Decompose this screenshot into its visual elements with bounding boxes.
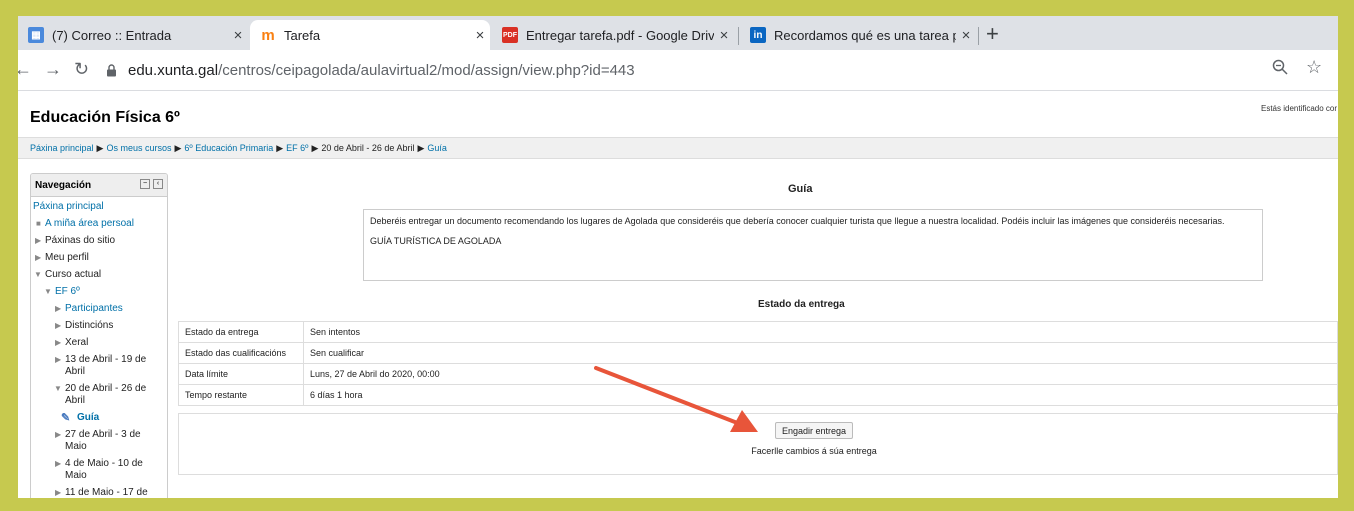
add-submission-button[interactable]: Engadir entrega (775, 422, 853, 439)
intro-subtitle: GUÍA TURÍSTICA DE AGOLADA (370, 236, 502, 246)
assignment-title: Guía (788, 183, 813, 195)
status-label: Estado da entrega (178, 321, 304, 343)
forward-icon[interactable]: → (44, 59, 62, 80)
breadcrumb-section: 20 de Abril - 26 de Abril (321, 143, 415, 153)
reload-icon[interactable]: ↻ (74, 59, 89, 80)
breadcrumb-course[interactable]: EF 6º (286, 143, 308, 153)
breadcrumb-sep: ▶ (311, 142, 319, 153)
tab-linkedin[interactable]: in Recordamos qué es una tarea pr × (740, 20, 976, 50)
tab-separator (978, 27, 979, 45)
assignment-icon: ✎ (61, 412, 71, 424)
nav-item-home[interactable]: Páxina principal (31, 201, 167, 213)
back-icon[interactable]: ← (18, 59, 32, 80)
nav-item-guia[interactable]: ✎ Guía (31, 412, 167, 424)
nav-item-badges[interactable]: ▶ Distincións (31, 320, 167, 332)
status-value: 6 días 1 hora (303, 384, 1338, 406)
tab-correo[interactable]: ▦ (7) Correo :: Entrada × (18, 20, 248, 50)
collapse-arrow-icon: ▼ (44, 287, 52, 296)
zoom-icon[interactable] (1272, 59, 1288, 80)
expand-arrow-icon: ▶ (55, 321, 62, 330)
close-icon[interactable]: × (228, 27, 248, 44)
tab-label: Entregar tarefa.pdf - Google Driv (526, 27, 714, 43)
nav-item-course[interactable]: ▼ EF 6º (31, 286, 167, 298)
nav-item-site-pages[interactable]: ▶ Páxinas do sitio (31, 235, 167, 247)
tab-pdf[interactable]: PDF Entregar tarefa.pdf - Google Driv × (492, 20, 734, 50)
breadcrumb-sep: ▶ (174, 142, 182, 153)
expand-arrow-icon: ▶ (55, 304, 62, 313)
nav-item-week-20[interactable]: ▼ 20 de Abril - 26 de Abril (31, 383, 165, 407)
annotation-arrow (594, 366, 758, 432)
address-bar[interactable]: edu.xunta.gal/centros/ceipagolada/aulavi… (104, 55, 1304, 85)
expand-arrow-icon: ▶ (35, 253, 42, 262)
nav-item-current-course[interactable]: ▼ Curso actual (31, 269, 167, 281)
table-row: Estado da entrega Sen intentos (178, 321, 1338, 343)
status-value: Sen cualificar (303, 342, 1338, 364)
close-icon[interactable]: × (956, 27, 976, 44)
nav-item-my-area[interactable]: ■ A miña área persoal (31, 218, 167, 230)
bookmark-star-icon[interactable]: ☆ (1306, 57, 1322, 78)
tab-strip: ▦ (7) Correo :: Entrada × m Tarefa × PDF… (18, 16, 1338, 50)
breadcrumb: Páxina principal ▶ Os meus cursos ▶ 6º E… (18, 137, 1338, 159)
collapse-arrow-icon: ▼ (54, 384, 62, 393)
table-row: Estado das cualificacións Sen cualificar (178, 342, 1338, 364)
lock-icon (104, 62, 118, 78)
tab-label: Tarefa (284, 27, 321, 43)
navigation-block: Navegación − ‹ Páxina principal ■ A miña … (30, 173, 168, 498)
expand-arrow-icon: ▶ (35, 236, 42, 245)
collapse-arrow-icon: ▼ (34, 270, 42, 279)
logged-in-info: Estás identificado cor (1261, 104, 1338, 113)
tab-label: Recordamos qué es una tarea pr (774, 27, 956, 43)
new-tab-button[interactable]: + (986, 21, 999, 47)
expand-arrow-icon: ▶ (55, 459, 62, 468)
course-title: Educación Física 6º (30, 109, 180, 126)
pdf-icon: PDF (502, 27, 518, 43)
nav-item-week-4[interactable]: ▶ 4 de Maio - 10 de Maio (31, 458, 165, 482)
nav-item-participants[interactable]: ▶ Participantes (31, 303, 167, 315)
nav-item-week-11[interactable]: ▶11 de Maio - 17 de Maio (31, 487, 165, 498)
nav-item-general[interactable]: ▶ Xeral (31, 337, 167, 349)
nav-item-week-27[interactable]: ▶ 27 de Abril - 3 de Maio (31, 429, 165, 453)
dock-icon[interactable]: ‹ (153, 179, 163, 189)
navigation-block-header: Navegación − ‹ (31, 174, 167, 197)
browser-toolbar: ← → ↻ edu.xunta.gal/centros/ceipagolada/… (18, 50, 1338, 91)
expand-arrow-icon: ▶ (55, 488, 62, 497)
breadcrumb-sep: ▶ (276, 142, 284, 153)
calendar-icon: ▦ (28, 27, 44, 43)
expand-arrow-icon: ▶ (55, 355, 62, 364)
linkedin-icon: in (750, 27, 766, 43)
submission-hint: Facerlle cambios á súa entrega (751, 446, 877, 456)
tab-label: (7) Correo :: Entrada (52, 27, 172, 43)
status-value: Sen intentos (303, 321, 1338, 343)
assignment-intro: Deberéis entregar un documento recomenda… (363, 209, 1263, 281)
submission-status-title: Estado da entrega (758, 299, 845, 310)
close-icon[interactable]: × (714, 27, 734, 44)
url-host: edu.xunta.gal (128, 61, 219, 79)
page-header: Educación Física 6º Estás identificado c… (18, 91, 1338, 137)
main-region: Guía Deberéis entregar un documento reco… (178, 173, 1338, 498)
breadcrumb-sep: ▶ (417, 142, 425, 153)
status-label: Tempo restante (178, 384, 304, 406)
status-label: Estado das cualificacións (178, 342, 304, 364)
tab-separator (738, 27, 739, 45)
close-icon[interactable]: × (470, 27, 490, 44)
breadcrumb-sep: ▶ (96, 142, 104, 153)
breadcrumb-category[interactable]: 6º Educación Primaria (184, 143, 273, 153)
collapse-icon[interactable]: − (140, 179, 150, 189)
nav-item-week-13[interactable]: ▶ 13 de Abril - 19 de Abril (31, 354, 165, 378)
expand-arrow-icon: ▶ (55, 338, 62, 347)
moodle-icon: m (261, 26, 275, 44)
breadcrumb-my-courses[interactable]: Os meus cursos (106, 143, 171, 153)
tab-tarefa[interactable]: m Tarefa × (250, 20, 490, 50)
nav-item-profile[interactable]: ▶ Meu perfil (31, 252, 167, 264)
breadcrumb-home[interactable]: Páxina principal (30, 143, 94, 153)
status-value: Luns, 27 de Abril do 2020, 00:00 (303, 363, 1338, 385)
url-path: /centros/ceipagolada/aulavirtual2/mod/as… (218, 61, 635, 79)
breadcrumb-activity[interactable]: Guía (427, 143, 447, 153)
bullet-icon: ■ (36, 219, 41, 228)
expand-arrow-icon: ▶ (55, 430, 62, 439)
navigation-title: Navegación (35, 179, 92, 191)
status-label: Data límite (178, 363, 304, 385)
intro-text: Deberéis entregar un documento recomenda… (370, 216, 1225, 226)
